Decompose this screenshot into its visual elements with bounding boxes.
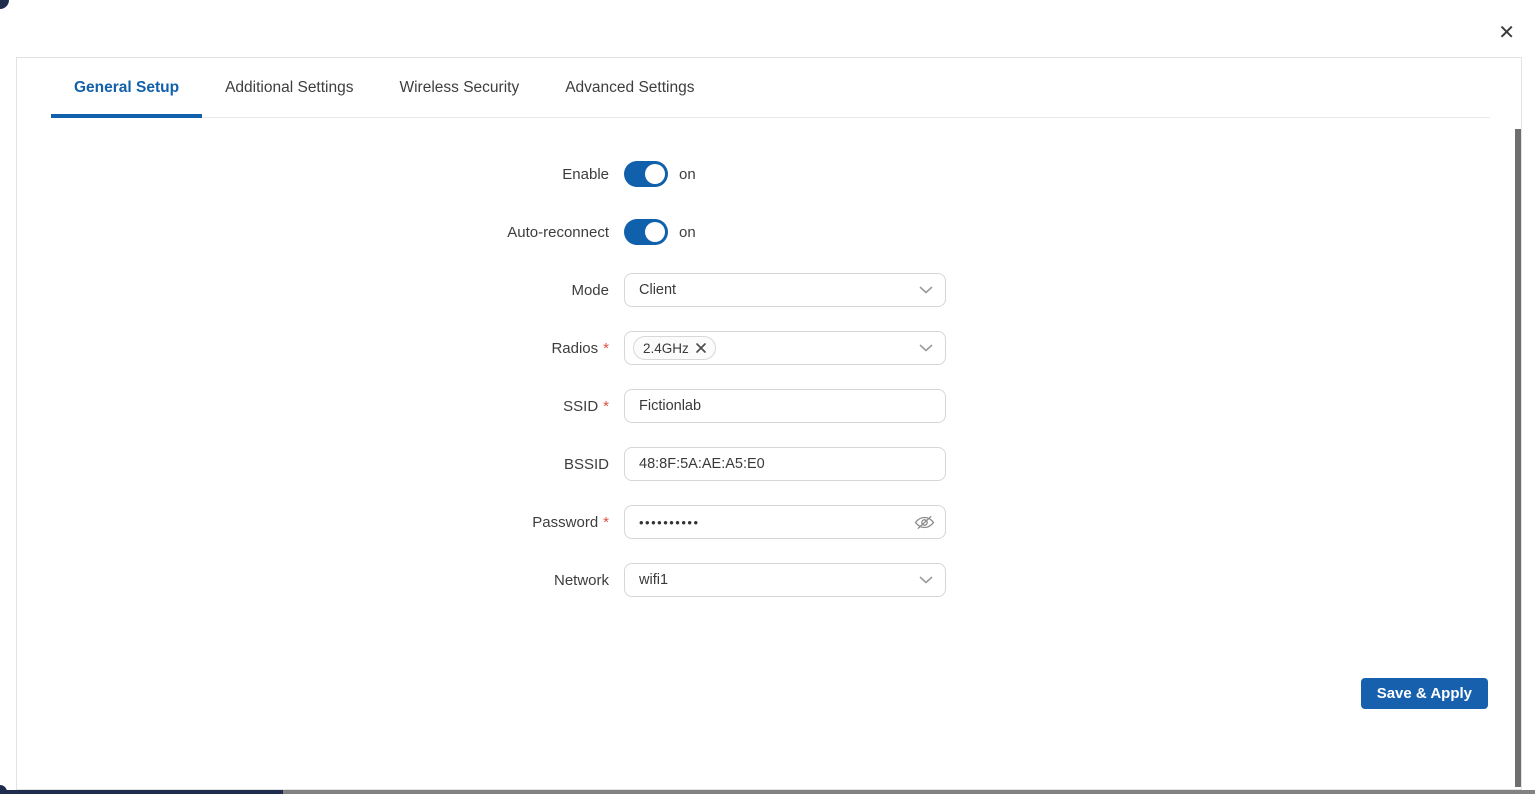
field-row-auto-reconnect: Auto-reconnect on [17,215,1521,249]
enable-toggle-knob [645,164,665,184]
field-row-password: Password* [17,505,1521,539]
field-row-network: Network wifi1 [17,563,1521,597]
tab-additional-settings[interactable]: Additional Settings [202,58,376,117]
required-mark: * [603,398,609,415]
mode-select[interactable]: Client [624,273,946,307]
radios-label: Radios* [17,340,609,357]
mode-label: Mode [17,282,609,299]
background-page-corner-bottom [0,785,7,794]
radio-tag-label: 2.4GHz [643,341,689,356]
field-row-ssid: SSID* [17,389,1521,423]
radio-tag: 2.4GHz [633,336,716,360]
tab-bar: General Setup Additional Settings Wirele… [51,58,1490,118]
auto-reconnect-toggle[interactable] [624,219,668,245]
general-setup-form: Enable on Auto-reconnect on Mode Clien [17,118,1521,709]
bssid-label: BSSID [17,456,609,473]
tab-general-setup[interactable]: General Setup [51,58,202,117]
wireless-settings-modal: General Setup Additional Settings Wirele… [16,57,1522,790]
chevron-down-icon [919,286,933,294]
mode-select-value: Client [639,282,919,298]
tab-wireless-security[interactable]: Wireless Security [376,58,542,117]
radios-multiselect[interactable]: 2.4GHz [624,331,946,365]
field-row-mode: Mode Client [17,273,1521,307]
network-label: Network [17,572,609,589]
network-select[interactable]: wifi1 [624,563,946,597]
tab-advanced-settings[interactable]: Advanced Settings [542,58,717,117]
ssid-label: SSID* [17,398,609,415]
auto-reconnect-label: Auto-reconnect [17,224,609,241]
password-field [624,505,946,539]
ssid-input[interactable] [624,389,946,423]
network-select-value: wifi1 [639,572,919,588]
required-mark: * [603,514,609,531]
field-row-radios: Radios* 2.4GHz [17,331,1521,365]
enable-label: Enable [17,166,609,183]
enable-toggle[interactable] [624,161,668,187]
vertical-scrollbar[interactable] [1515,129,1521,787]
background-sidebar-bottom-edge [0,790,283,794]
close-icon[interactable]: ✕ [1498,23,1515,43]
auto-reconnect-toggle-knob [645,222,665,242]
save-apply-button[interactable]: Save & Apply [1361,678,1488,709]
password-label: Password* [17,514,609,531]
tag-remove-icon[interactable] [696,343,706,353]
auto-reconnect-state-text: on [679,224,696,241]
eye-off-icon[interactable] [914,514,935,531]
password-input[interactable] [625,506,914,538]
field-row-bssid: BSSID [17,447,1521,481]
bssid-input[interactable] [624,447,946,481]
field-row-enable: Enable on [17,157,1521,191]
chevron-down-icon [919,576,933,584]
background-page-corner [0,0,9,9]
enable-state-text: on [679,166,696,183]
required-mark: * [603,340,609,357]
modal-actions: Save & Apply [17,678,1521,709]
chevron-down-icon [919,344,933,352]
